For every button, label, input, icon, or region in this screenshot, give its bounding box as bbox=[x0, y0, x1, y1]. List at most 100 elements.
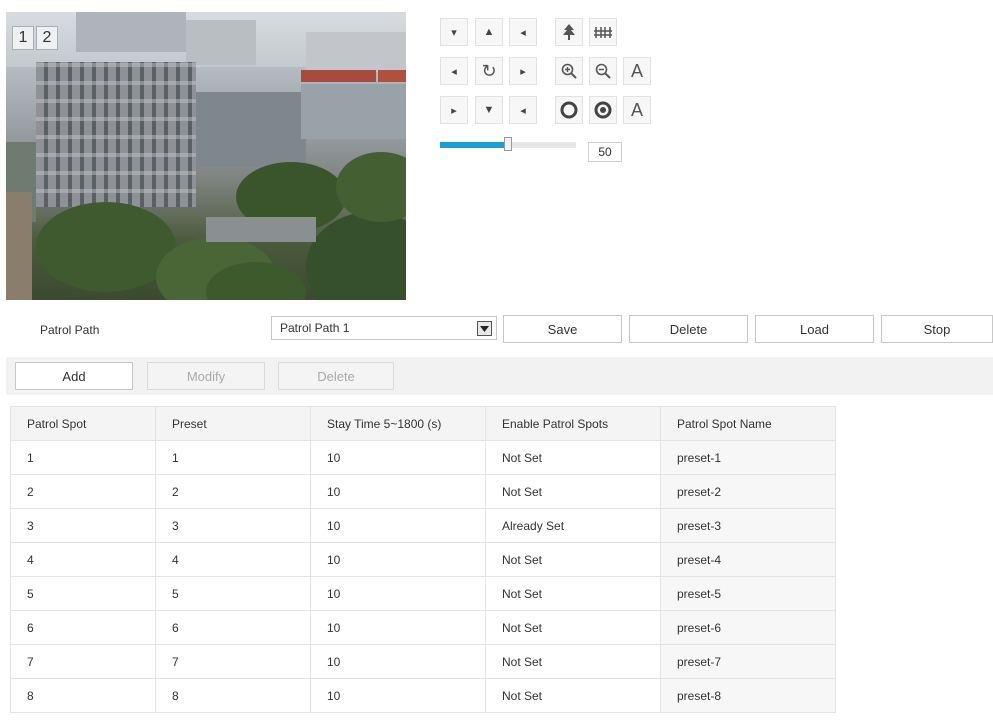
pan-down-left-icon[interactable]: ▸ bbox=[440, 96, 468, 124]
patrol-path-selected: Patrol Path 1 bbox=[280, 321, 350, 335]
table-cell: Not Set bbox=[485, 474, 661, 509]
table-cell: preset-7 bbox=[660, 644, 836, 679]
table-header-row: Patrol Spot Preset Stay Time 5~1800 (s) … bbox=[10, 406, 836, 441]
tree bbox=[36, 202, 176, 292]
tree bbox=[336, 152, 406, 222]
table-cell: 10 bbox=[310, 542, 486, 577]
iris-close-icon[interactable] bbox=[589, 96, 617, 124]
column-header[interactable]: Enable Patrol Spots bbox=[485, 406, 661, 441]
table-cell: 8 bbox=[155, 678, 311, 713]
building bbox=[186, 20, 256, 65]
table-cell: preset-2 bbox=[660, 474, 836, 509]
table-cell: 8 bbox=[10, 678, 156, 713]
add-button[interactable]: Add bbox=[15, 362, 133, 390]
table-row[interactable]: 1 1 10 Not Set preset-1 bbox=[10, 440, 836, 475]
table-row[interactable]: 6 6 10 Not Set preset-6 bbox=[10, 610, 836, 645]
auto-pan-glyph: ↻ bbox=[481, 60, 497, 81]
zoom-in-icon[interactable] bbox=[555, 57, 583, 85]
building bbox=[76, 12, 186, 52]
table-cell: Not Set bbox=[485, 678, 661, 713]
table-cell: 10 bbox=[310, 474, 486, 509]
auto-iris-label: A bbox=[630, 99, 643, 120]
speed-slider-thumb[interactable] bbox=[504, 137, 512, 151]
delete-spot-button[interactable]: Delete bbox=[278, 362, 394, 390]
table-cell: Not Set bbox=[485, 644, 661, 679]
patrol-path-select[interactable]: Patrol Path 1 bbox=[271, 316, 497, 340]
pan-down-right-icon[interactable]: ◂ bbox=[509, 96, 537, 124]
table-cell: 10 bbox=[310, 678, 486, 713]
pan-right-glyph: ▸ bbox=[520, 65, 526, 78]
table-cell: 1 bbox=[10, 440, 156, 475]
speed-slider[interactable] bbox=[440, 137, 576, 151]
zoom-out-icon[interactable] bbox=[589, 57, 617, 85]
auto-focus-label: A bbox=[630, 60, 643, 81]
pan-down-icon[interactable]: ▼ bbox=[475, 96, 503, 124]
table-cell: 2 bbox=[155, 474, 311, 509]
table-cell: preset-3 bbox=[660, 508, 836, 543]
chevron-down-icon[interactable] bbox=[477, 321, 492, 336]
table-cell: 4 bbox=[10, 542, 156, 577]
video-preview[interactable]: 1 2 bbox=[6, 12, 406, 300]
table-cell: 7 bbox=[10, 644, 156, 679]
table-cell: 6 bbox=[10, 610, 156, 645]
table-cell: 3 bbox=[10, 508, 156, 543]
building bbox=[196, 92, 306, 167]
auto-focus-button[interactable]: A bbox=[623, 57, 651, 85]
save-button[interactable]: Save bbox=[503, 315, 622, 343]
table-cell: Not Set bbox=[485, 440, 661, 475]
load-button[interactable]: Load bbox=[755, 315, 874, 343]
pan-down-right-glyph: ◂ bbox=[520, 104, 526, 117]
table-cell: 2 bbox=[10, 474, 156, 509]
table-cell: 4 bbox=[155, 542, 311, 577]
pan-left-glyph: ◂ bbox=[451, 65, 457, 78]
pan-right-icon[interactable]: ▸ bbox=[509, 57, 537, 85]
channel-1-button[interactable]: 1 bbox=[12, 26, 34, 50]
pan-left-icon[interactable]: ◂ bbox=[440, 57, 468, 85]
table-cell: 1 bbox=[155, 440, 311, 475]
table-row[interactable]: 7 7 10 Not Set preset-7 bbox=[10, 644, 836, 679]
table-cell: Already Set bbox=[485, 508, 661, 543]
fence-icon[interactable] bbox=[589, 18, 617, 46]
pan-up-left-glyph: ▾ bbox=[451, 26, 457, 39]
patrol-path-label: Patrol Path bbox=[40, 323, 100, 337]
table-cell: 6 bbox=[155, 610, 311, 645]
channel-2-button[interactable]: 2 bbox=[36, 26, 58, 50]
pan-up-icon[interactable]: ▲ bbox=[475, 18, 503, 46]
pan-up-glyph: ▲ bbox=[483, 26, 495, 38]
stop-button[interactable]: Stop bbox=[881, 315, 993, 343]
pan-down-glyph: ▼ bbox=[483, 104, 495, 116]
table-cell: preset-5 bbox=[660, 576, 836, 611]
red-roof bbox=[301, 70, 376, 82]
column-header[interactable]: Preset bbox=[155, 406, 311, 441]
building bbox=[301, 84, 406, 139]
table-cell: preset-8 bbox=[660, 678, 836, 713]
table-cell: 5 bbox=[155, 576, 311, 611]
building bbox=[6, 192, 32, 300]
table-row[interactable]: 3 3 10 Already Set preset-3 bbox=[10, 508, 836, 543]
modify-button[interactable]: Modify bbox=[147, 362, 265, 390]
patrol-spot-toolbar: Add Modify Delete bbox=[6, 357, 993, 395]
table-cell: preset-1 bbox=[660, 440, 836, 475]
table-cell: 10 bbox=[310, 508, 486, 543]
speed-value: 50 bbox=[588, 142, 622, 162]
column-header[interactable]: Stay Time 5~1800 (s) bbox=[310, 406, 486, 441]
pan-up-left-icon[interactable]: ▾ bbox=[440, 18, 468, 46]
auto-pan-icon[interactable]: ↻ bbox=[475, 57, 503, 85]
table-cell: preset-6 bbox=[660, 610, 836, 645]
table-row[interactable]: 8 8 10 Not Set preset-8 bbox=[10, 678, 836, 713]
table-cell: 10 bbox=[310, 576, 486, 611]
pan-down-left-glyph: ▸ bbox=[451, 104, 457, 117]
table-row[interactable]: 2 2 10 Not Set preset-2 bbox=[10, 474, 836, 509]
table-cell: 3 bbox=[155, 508, 311, 543]
column-header[interactable]: Patrol Spot Name bbox=[660, 406, 836, 441]
tree-icon[interactable] bbox=[555, 18, 583, 46]
pan-up-right-icon[interactable]: ◂ bbox=[509, 18, 537, 46]
iris-open-icon[interactable] bbox=[555, 96, 583, 124]
building-floors bbox=[36, 62, 196, 207]
column-header[interactable]: Patrol Spot bbox=[10, 406, 156, 441]
table-row[interactable]: 5 5 10 Not Set preset-5 bbox=[10, 576, 836, 611]
table-cell: 5 bbox=[10, 576, 156, 611]
delete-path-button[interactable]: Delete bbox=[629, 315, 748, 343]
table-row[interactable]: 4 4 10 Not Set preset-4 bbox=[10, 542, 836, 577]
auto-iris-button[interactable]: A bbox=[623, 96, 651, 124]
